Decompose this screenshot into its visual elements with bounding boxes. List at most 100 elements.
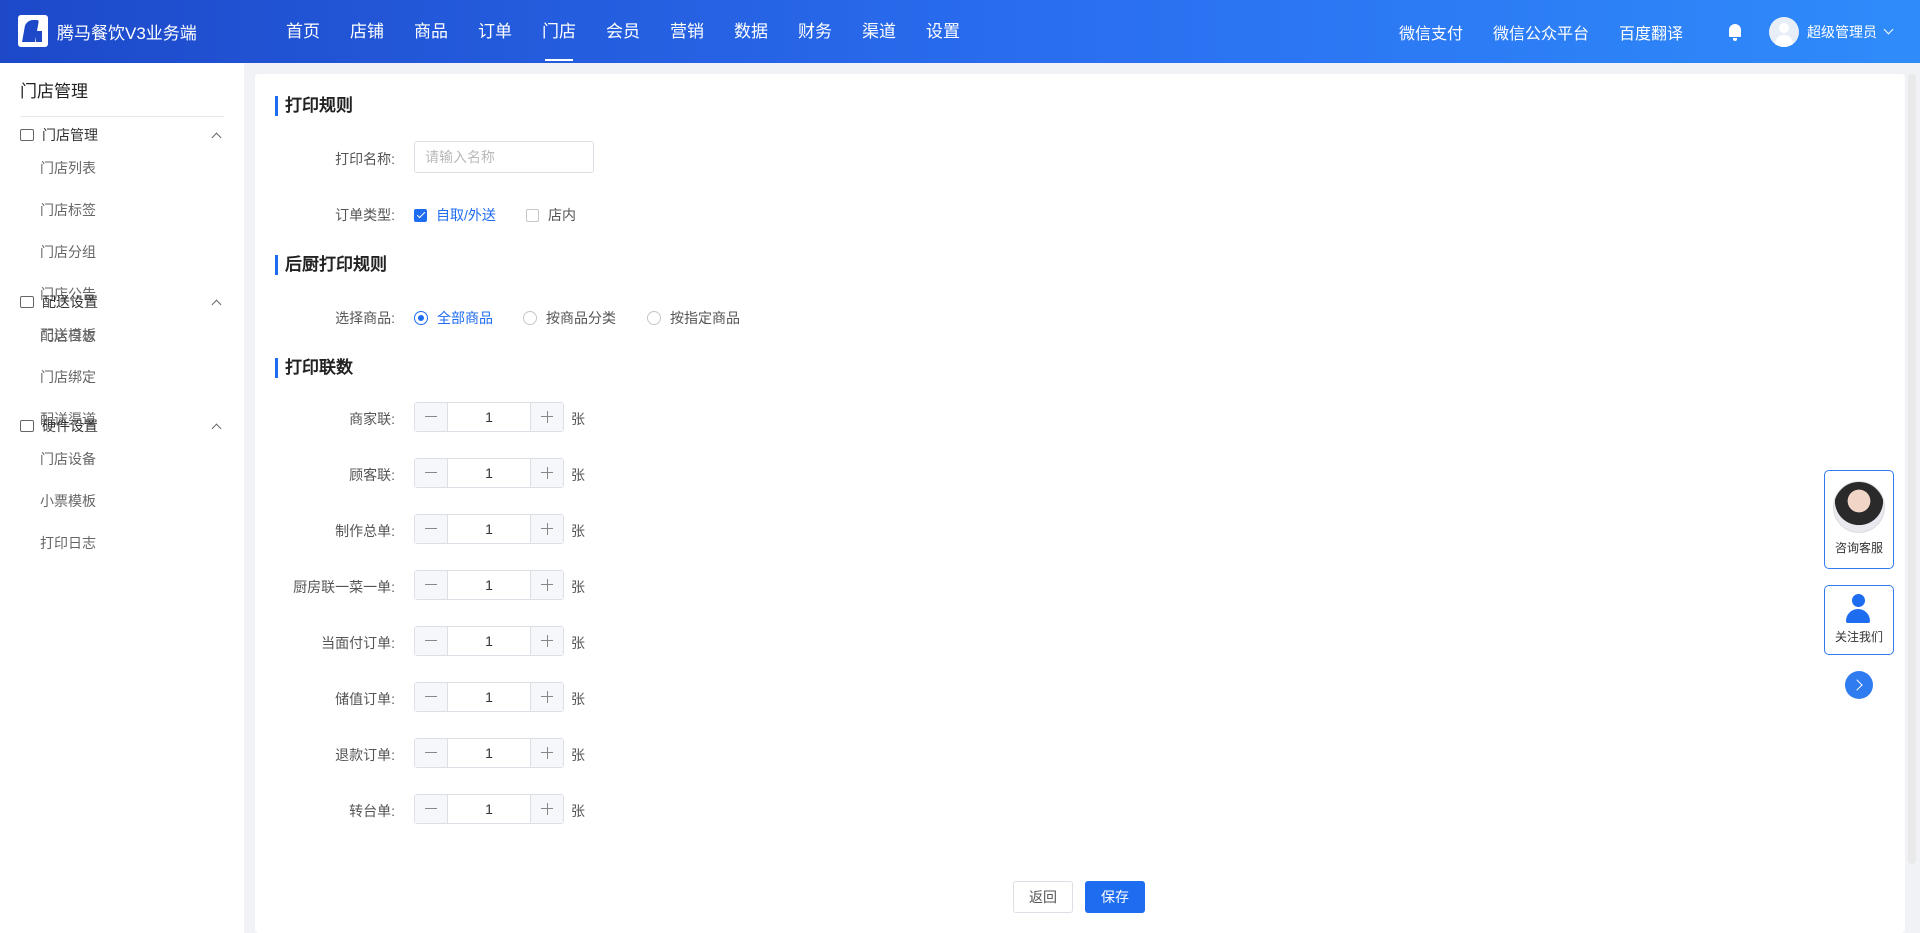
radio-label: 按商品分类 (546, 310, 616, 326)
plus-icon[interactable] (530, 571, 563, 599)
goods-specified-radio[interactable]: 按指定商品 (647, 308, 740, 328)
copies-stepper-merchant: 1 (414, 402, 564, 432)
stepper-value[interactable]: 1 (448, 403, 530, 431)
nav-data[interactable]: 数据 (719, 0, 783, 63)
stepper-value[interactable]: 1 (448, 627, 530, 655)
radio-unselected-icon (647, 311, 661, 325)
nav-home[interactable]: 首页 (271, 0, 335, 63)
chevron-up-icon[interactable] (211, 423, 222, 433)
hardware-icon (20, 420, 34, 432)
nav-channels[interactable]: 渠道 (847, 0, 911, 63)
chevron-up-icon[interactable] (211, 299, 222, 309)
sidebar-group-head-hardware[interactable]: 硬件设置 (20, 416, 224, 436)
stepper-value[interactable]: 1 (448, 515, 530, 543)
link-baidu-translate[interactable]: 百度翻译 (1619, 20, 1683, 44)
nav-marketing[interactable]: 营销 (655, 0, 719, 63)
sidebar-item-store-devices[interactable]: 门店设备 (40, 438, 136, 480)
plus-icon[interactable] (530, 627, 563, 655)
stepper-value[interactable]: 1 (448, 683, 530, 711)
minus-icon[interactable] (415, 627, 448, 655)
nav-settings[interactable]: 设置 (911, 0, 975, 63)
consult-service-widget[interactable]: 咨询客服 (1824, 470, 1894, 569)
store-icon (20, 129, 34, 141)
copies-unit: 张 (571, 467, 585, 483)
sidebar: 门店管理 门店管理 门店列表 门店标签 门店分组 门店公告 门店日志 配送设置 … (0, 63, 244, 933)
scrollbar[interactable] (1908, 74, 1916, 864)
sidebar-item-delivery-template[interactable]: 配送模板 (40, 314, 136, 356)
order-type-takeout-checkbox[interactable]: 自取/外送 (414, 205, 496, 225)
section-title-kitchen-rules: 后厨打印规则 (275, 255, 387, 275)
app-logo[interactable]: 腾马餐饮V3业务端 (18, 15, 197, 47)
plus-icon[interactable] (530, 683, 563, 711)
plus-icon[interactable] (530, 515, 563, 543)
sidebar-item-store-binding[interactable]: 门店绑定 (40, 356, 136, 398)
bell-icon[interactable] (1727, 23, 1743, 41)
copies-label-stored-value: 储值订单: (335, 691, 395, 707)
copies-label-customer: 顾客联: (349, 467, 395, 483)
order-type-dinein-checkbox[interactable]: 店内 (526, 205, 576, 225)
consult-service-label: 咨询客服 (1834, 541, 1883, 555)
minus-icon[interactable] (415, 795, 448, 823)
nav-shop[interactable]: 店铺 (335, 0, 399, 63)
avatar[interactable] (1769, 16, 1799, 47)
chevron-right-icon[interactable] (1845, 671, 1873, 699)
horse-logo-icon (18, 15, 48, 47)
minus-icon[interactable] (415, 515, 448, 543)
print-name-input[interactable] (414, 141, 594, 173)
copies-unit: 张 (571, 635, 585, 651)
nav-stores[interactable]: 门店 (527, 0, 591, 63)
sidebar-item-store-tags[interactable]: 门店标签 (40, 189, 136, 231)
sidebar-group-head-delivery[interactable]: 配送设置 (20, 292, 224, 312)
minus-icon[interactable] (415, 459, 448, 487)
nav-finance[interactable]: 财务 (783, 0, 847, 63)
copies-label-face-pay: 当面付订单: (321, 635, 395, 651)
sidebar-divider (20, 116, 224, 117)
nav-members[interactable]: 会员 (591, 0, 655, 63)
sidebar-item-store-groups[interactable]: 门店分组 (40, 231, 136, 273)
sidebar-item-print-log[interactable]: 打印日志 (40, 522, 136, 564)
plus-icon[interactable] (530, 795, 563, 823)
copies-unit: 张 (571, 803, 585, 819)
nav-goods[interactable]: 商品 (399, 0, 463, 63)
link-wechat-mp[interactable]: 微信公众平台 (1493, 20, 1589, 44)
stepper-value[interactable]: 1 (448, 795, 530, 823)
plus-icon[interactable] (530, 739, 563, 767)
radio-unselected-icon (523, 311, 537, 325)
chevron-up-icon[interactable] (211, 132, 222, 142)
minus-icon[interactable] (415, 403, 448, 431)
copies-unit: 张 (571, 579, 585, 595)
stepper-value[interactable]: 1 (448, 459, 530, 487)
service-agent-avatar (1833, 481, 1885, 533)
copies-label-production: 制作总单: (335, 523, 395, 539)
nav-orders[interactable]: 订单 (463, 0, 527, 63)
chevron-down-icon[interactable] (1883, 24, 1894, 35)
sidebar-group-head-store[interactable]: 门店管理 (20, 125, 224, 145)
save-button[interactable]: 保存 (1085, 881, 1145, 913)
print-name-label: 打印名称: (335, 151, 395, 167)
sidebar-item-store-list[interactable]: 门店列表 (40, 147, 136, 189)
delivery-icon (20, 296, 34, 308)
copies-unit: 张 (571, 747, 585, 763)
goods-by-category-radio[interactable]: 按商品分类 (523, 308, 616, 328)
stepper-value[interactable]: 1 (448, 571, 530, 599)
follow-us-widget[interactable]: 关注我们 (1824, 585, 1894, 655)
copies-unit: 张 (571, 691, 585, 707)
user-name[interactable]: 超级管理员 (1807, 22, 1877, 42)
link-wechat-pay[interactable]: 微信支付 (1399, 20, 1463, 44)
sidebar-item-receipt-template[interactable]: 小票模板 (40, 480, 136, 522)
back-button[interactable]: 返回 (1013, 881, 1073, 913)
plus-icon[interactable] (530, 403, 563, 431)
minus-icon[interactable] (415, 739, 448, 767)
goods-all-radio[interactable]: 全部商品 (414, 308, 493, 328)
copies-stepper-production: 1 (414, 514, 564, 544)
sidebar-group-hardware: 硬件设置 门店设备 小票模板 打印日志 (20, 416, 224, 564)
minus-icon[interactable] (415, 683, 448, 711)
plus-icon[interactable] (530, 459, 563, 487)
checkbox-checked-icon (414, 208, 427, 222)
radio-label: 按指定商品 (670, 310, 740, 326)
stepper-value[interactable]: 1 (448, 739, 530, 767)
copies-stepper-customer: 1 (414, 458, 564, 488)
minus-icon[interactable] (415, 571, 448, 599)
copies-unit: 张 (571, 523, 585, 539)
user-follow-icon (1844, 594, 1874, 624)
